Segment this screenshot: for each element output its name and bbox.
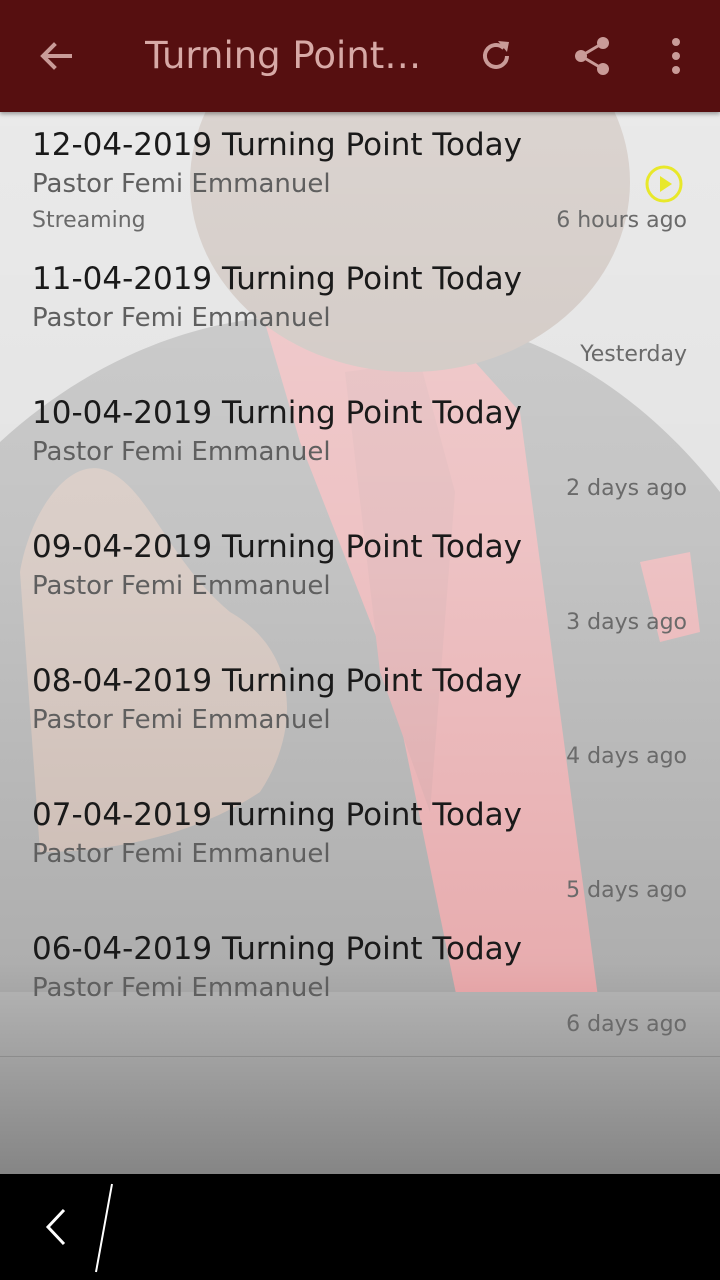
share-button[interactable] (560, 24, 624, 88)
item-time: 4 days ago (566, 744, 687, 769)
item-time: 6 days ago (566, 1012, 687, 1037)
back-arrow-icon (40, 42, 72, 70)
more-options-button[interactable] (644, 24, 708, 88)
item-author: Pastor Femi Emmanuel (32, 571, 331, 601)
item-author: Pastor Femi Emmanuel (32, 973, 331, 1003)
item-author: Pastor Femi Emmanuel (32, 303, 331, 333)
list-divider (0, 1056, 720, 1057)
item-title: 07-04-2019 Turning Point Today (32, 797, 523, 833)
item-title: 09-04-2019 Turning Point Today (32, 529, 523, 565)
item-author: Pastor Femi Emmanuel (32, 169, 331, 199)
nav-back-icon[interactable] (30, 1198, 80, 1256)
list-item[interactable]: 07-04-2019 Turning Point Today Pastor Fe… (0, 782, 720, 916)
item-time: 2 days ago (566, 476, 687, 501)
item-title: 10-04-2019 Turning Point Today (32, 395, 523, 431)
episode-list: 12-04-2019 Turning Point Today Pastor Fe… (0, 112, 720, 1050)
more-vert-icon (672, 38, 680, 74)
item-author: Pastor Femi Emmanuel (32, 839, 331, 869)
item-time: 6 hours ago (556, 208, 687, 233)
item-title: 12-04-2019 Turning Point Today (32, 127, 523, 163)
item-author: Pastor Femi Emmanuel (32, 705, 331, 735)
item-time: 3 days ago (566, 610, 687, 635)
item-title: 11-04-2019 Turning Point Today (32, 261, 523, 297)
app-screen: Turning Point… 12-04-2019 Turning Point … (0, 0, 720, 1280)
item-time: Yesterday (580, 342, 687, 367)
list-item[interactable]: 09-04-2019 Turning Point Today Pastor Fe… (0, 514, 720, 648)
list-item[interactable]: 12-04-2019 Turning Point Today Pastor Fe… (0, 112, 720, 246)
nav-divider-icon (95, 1183, 113, 1273)
toolbar: Turning Point… (0, 0, 720, 112)
list-item[interactable]: 10-04-2019 Turning Point Today Pastor Fe… (0, 380, 720, 514)
refresh-button[interactable] (464, 24, 528, 88)
item-author: Pastor Femi Emmanuel (32, 437, 331, 467)
back-button[interactable] (24, 24, 88, 88)
share-icon (575, 37, 609, 75)
toolbar-title: Turning Point… (145, 34, 422, 77)
item-title: 08-04-2019 Turning Point Today (32, 663, 523, 699)
item-time: 5 days ago (566, 878, 687, 903)
item-status: Streaming (32, 208, 146, 233)
item-title: 06-04-2019 Turning Point Today (32, 931, 523, 967)
list-item[interactable]: 11-04-2019 Turning Point Today Pastor Fe… (0, 246, 720, 380)
refresh-icon (483, 41, 509, 69)
play-circle-icon[interactable] (644, 164, 684, 204)
list-item[interactable]: 06-04-2019 Turning Point Today Pastor Fe… (0, 916, 720, 1050)
system-nav-bar (0, 1174, 720, 1280)
list-item[interactable]: 08-04-2019 Turning Point Today Pastor Fe… (0, 648, 720, 782)
